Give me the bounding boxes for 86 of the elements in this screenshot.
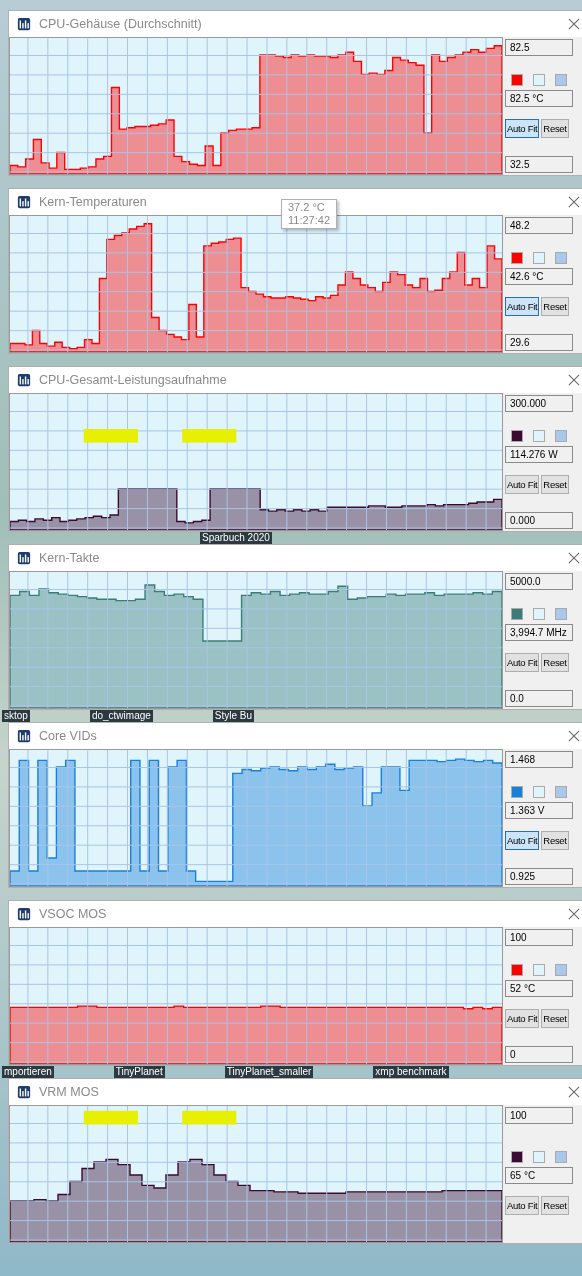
auto-fit-button[interactable]: Auto Fit <box>505 119 540 138</box>
close-icon[interactable] <box>568 18 580 30</box>
min-value-field: 29.6 <box>505 334 573 351</box>
max-value-field: 100 <box>505 929 573 946</box>
bar-chart-icon <box>17 729 31 743</box>
reset-button[interactable]: Reset <box>541 1195 569 1215</box>
close-icon[interactable] <box>568 196 580 208</box>
auto-fit-button[interactable]: Auto Fit <box>505 1195 540 1215</box>
max-value-field: 1.468 <box>505 751 573 768</box>
window-title: CPU-Gesamt-Leistungsaufnahme <box>39 373 227 387</box>
bar-chart-icon <box>17 373 31 387</box>
close-icon[interactable] <box>568 552 580 564</box>
reset-button[interactable]: Reset <box>541 119 569 138</box>
desktop-icon-label[interactable]: Style Bu <box>212 710 255 722</box>
max-value-field: 300.000 <box>505 395 573 412</box>
bar-chart-icon <box>17 907 31 921</box>
background-color-swatch[interactable] <box>533 786 545 798</box>
current-value-field: 42.6 °C <box>505 268 573 285</box>
bar-chart-icon <box>17 17 31 31</box>
min-value-field: 0.000 <box>505 512 573 529</box>
close-icon[interactable] <box>568 1086 580 1098</box>
bar-chart-icon <box>17 551 31 565</box>
background-color-swatch[interactable] <box>533 964 545 976</box>
auto-fit-button[interactable]: Auto Fit <box>505 1009 540 1028</box>
grid-color-swatch[interactable] <box>555 1150 567 1163</box>
window-title: CPU-Gehäuse (Durchschnitt) <box>39 17 202 31</box>
grid-color-swatch[interactable] <box>555 786 567 798</box>
current-value-field: 65 °C <box>505 1166 573 1184</box>
max-value-field: 5000.0 <box>505 573 573 590</box>
window-title: VRM MOS <box>39 1085 99 1099</box>
bar-chart-icon <box>17 195 31 209</box>
min-value-field: 0.925 <box>505 868 573 885</box>
desktop-icon-label[interactable]: TinyPlanet <box>113 1066 165 1078</box>
current-value-field: 52 °C <box>505 980 573 997</box>
line-color-swatch[interactable] <box>511 964 523 976</box>
min-value-field: 0 <box>505 1046 573 1063</box>
desktop-icon-label[interactable]: sktop <box>2 710 30 722</box>
line-color-swatch[interactable] <box>511 74 523 86</box>
background-color-swatch[interactable] <box>533 1150 545 1163</box>
close-icon[interactable] <box>568 730 580 742</box>
line-color-swatch[interactable] <box>511 1150 523 1163</box>
bar-chart-icon <box>17 1085 31 1099</box>
current-value-field: 1.363 V <box>505 802 573 819</box>
auto-fit-button[interactable]: Auto Fit <box>505 297 540 316</box>
line-color-swatch[interactable] <box>511 786 523 798</box>
desktop-icon-label[interactable]: do_ctwimage <box>89 710 153 722</box>
background-color-swatch[interactable] <box>533 430 545 442</box>
tooltip-time: 11:27:42 <box>288 214 330 227</box>
auto-fit-button[interactable]: Auto Fit <box>505 831 540 850</box>
desktop-icon-label[interactable]: Sparbuch 2020 <box>200 532 272 544</box>
background-color-swatch[interactable] <box>533 252 545 264</box>
auto-fit-button[interactable]: Auto Fit <box>505 653 540 672</box>
grid-color-swatch[interactable] <box>555 964 567 976</box>
reset-button[interactable]: Reset <box>541 653 569 672</box>
desktop-icon-label[interactable]: mportieren <box>2 1066 54 1078</box>
min-value-field: 32.5 <box>505 156 573 173</box>
reset-button[interactable]: Reset <box>541 1009 569 1028</box>
close-icon[interactable] <box>568 374 580 386</box>
background-color-swatch[interactable] <box>533 608 545 620</box>
line-color-swatch[interactable] <box>511 430 523 442</box>
max-value-field: 100 <box>505 1107 573 1124</box>
grid-color-swatch[interactable] <box>555 74 567 86</box>
background-color-swatch[interactable] <box>533 74 545 86</box>
current-value-field: 82.5 °C <box>505 90 573 107</box>
reset-button[interactable]: Reset <box>541 297 569 316</box>
tooltip-value: 37.2 °C <box>288 201 326 214</box>
line-color-swatch[interactable] <box>511 608 523 620</box>
desktop-icon-label[interactable]: xmp benchmark <box>373 1066 449 1078</box>
window-title: Core VIDs <box>39 729 97 743</box>
reset-button[interactable]: Reset <box>541 475 569 494</box>
min-value-field: 0.0 <box>505 690 573 707</box>
window-title: Kern-Takte <box>39 551 100 565</box>
window-title: Kern-Temperaturen <box>39 195 147 209</box>
window-title: VSOC MOS <box>39 907 107 921</box>
current-value-field: 114.276 W <box>505 446 573 463</box>
desktop-icon-label[interactable]: TinyPlanet_smaller <box>224 1066 314 1078</box>
max-value-field: 82.5 <box>505 39 573 56</box>
current-value-field: 3,994.7 MHz <box>505 624 573 641</box>
auto-fit-button[interactable]: Auto Fit <box>505 475 540 494</box>
reset-button[interactable]: Reset <box>541 831 569 850</box>
grid-color-swatch[interactable] <box>555 430 567 442</box>
close-icon[interactable] <box>568 908 580 920</box>
max-value-field: 48.2 <box>505 217 573 234</box>
grid-color-swatch[interactable] <box>555 252 567 264</box>
line-color-swatch[interactable] <box>511 252 523 264</box>
grid-color-swatch[interactable] <box>555 608 567 620</box>
